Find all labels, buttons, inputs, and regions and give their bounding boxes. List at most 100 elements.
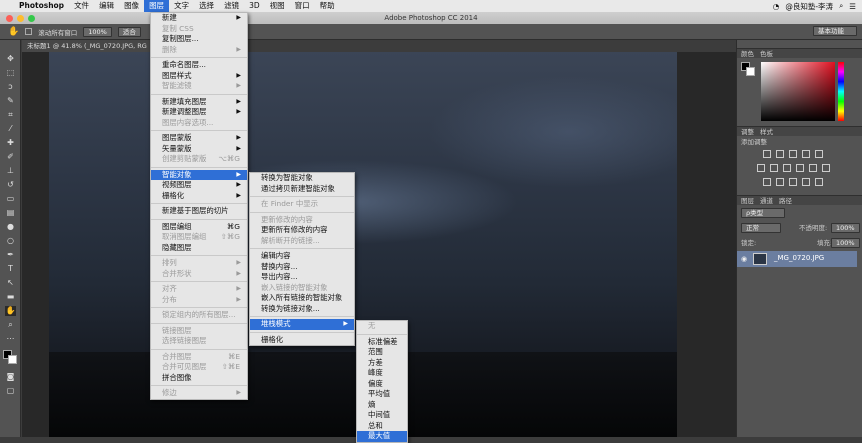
layer-kind-filter[interactable]: ρ类型 — [741, 208, 785, 218]
menu-4[interactable]: 图层 — [144, 0, 170, 12]
brush-tool-icon[interactable]: ✐ — [5, 152, 16, 162]
color-bg-swatch[interactable] — [746, 67, 755, 76]
stack-menu-item-7[interactable]: 平均值 — [357, 389, 407, 400]
opacity-input[interactable]: 100% — [831, 223, 860, 233]
hand-tool-icon[interactable]: ✋ — [8, 27, 19, 37]
search-icon[interactable]: ⌕ — [839, 1, 843, 11]
layer-menu-item-13[interactable]: 图层蒙版 ▶ — [151, 133, 247, 144]
list-icon[interactable]: ☰ — [849, 2, 856, 11]
hue-sat-icon[interactable] — [757, 164, 765, 172]
stamp-tool-icon[interactable]: ⊥ — [5, 166, 16, 176]
stack-menu-item-9[interactable]: 中间值 — [357, 410, 407, 421]
menu-1[interactable]: 文件 — [69, 0, 94, 12]
user-name[interactable]: @良知塾-李涛 — [785, 1, 833, 12]
menu-9[interactable]: 视图 — [265, 0, 290, 12]
color-picker-field[interactable] — [761, 62, 835, 121]
close-icon[interactable] — [6, 15, 13, 22]
zoom-icon[interactable] — [28, 15, 35, 22]
smart-menu-item-10[interactable]: 替换内容... — [250, 262, 354, 273]
layer-menu-item-21[interactable]: 新建基于图层的切片 — [151, 206, 247, 217]
tab-channels[interactable]: 通道 — [760, 196, 773, 206]
stack-menu-item-6[interactable]: 偏度 — [357, 379, 407, 390]
healing-brush-icon[interactable]: ✚ — [5, 138, 16, 148]
levels-icon[interactable] — [776, 150, 784, 158]
background-color-swatch[interactable] — [8, 355, 17, 364]
crop-tool-icon[interactable]: ⌗ — [5, 110, 16, 120]
smart-menu-item-1[interactable]: 通过拷贝新建智能对象 — [250, 184, 354, 195]
lasso-tool-icon[interactable]: ↄ — [5, 82, 16, 92]
more-tools-icon[interactable]: … — [5, 332, 16, 342]
layer-row[interactable]: ◉ _MG_0720.JPG — [737, 251, 857, 267]
menu-8[interactable]: 3D — [244, 0, 265, 12]
zoom-100-button[interactable]: 100% — [83, 26, 112, 37]
tab-swatches[interactable]: 色板 — [760, 49, 773, 59]
smart-menu-item-9[interactable]: 编辑内容 — [250, 251, 354, 262]
layer-menu-item-40[interactable]: 拼合图像 — [151, 373, 247, 384]
screen-mode-icon[interactable]: ▢ — [5, 386, 16, 396]
shape-tool-icon[interactable]: ▬ — [5, 292, 16, 302]
menu-0[interactable]: Photoshop — [14, 0, 69, 12]
layer-menu-item-14[interactable]: 矢量蒙版 ▶ — [151, 144, 247, 155]
layer-menu-item-17[interactable]: 智能对象 ▶ — [151, 169, 247, 180]
smart-menu-item-13[interactable]: 嵌入所有链接的智能对象 — [250, 293, 354, 304]
gradient-map-icon[interactable] — [802, 178, 810, 186]
blend-mode-select[interactable]: 正常 — [741, 223, 781, 233]
smart-menu-item-0[interactable]: 转换为智能对象 — [250, 173, 354, 184]
color-balance-icon[interactable] — [770, 164, 778, 172]
layer-menu-item-25[interactable]: 隐藏图层 — [151, 243, 247, 254]
tab-color[interactable]: 颜色 — [741, 49, 754, 59]
smart-menu-item-18[interactable]: 栅格化 — [250, 335, 354, 346]
menu-10[interactable]: 窗口 — [290, 0, 315, 12]
gradient-tool-icon[interactable]: ▤ — [5, 208, 16, 218]
stack-menu-item-11[interactable]: 最大值 — [357, 431, 407, 442]
layer-menu-item-6[interactable]: 图层样式 ▶ — [151, 71, 247, 82]
menu-11[interactable]: 帮助 — [315, 0, 340, 12]
history-brush-icon[interactable]: ↺ — [5, 180, 16, 190]
channel-mixer-icon[interactable] — [809, 164, 817, 172]
stack-menu-item-8[interactable]: 熵 — [357, 400, 407, 411]
menu-2[interactable]: 编辑 — [94, 0, 119, 12]
threshold-icon[interactable] — [789, 178, 797, 186]
blur-tool-icon[interactable]: ● — [5, 222, 16, 232]
selective-color-icon[interactable] — [815, 178, 823, 186]
menu-3[interactable]: 图像 — [119, 0, 144, 12]
layer-menu-item-23[interactable]: 图层编组 ⌘G — [151, 222, 247, 233]
scroll-all-checkbox[interactable] — [25, 28, 33, 35]
fit-screen-button[interactable]: 适合 — [117, 26, 141, 37]
tab-adjustments[interactable]: 调整 — [741, 127, 754, 137]
color-lookup-icon[interactable] — [822, 164, 830, 172]
smart-menu-item-11[interactable]: 导出内容... — [250, 272, 354, 283]
zoom-tool-icon[interactable]: ⌕ — [5, 320, 16, 330]
workspace-select[interactable]: 基本功能 — [813, 26, 857, 36]
menu-7[interactable]: 滤镜 — [219, 0, 244, 12]
stack-menu-item-4[interactable]: 方差 — [357, 358, 407, 369]
posterize-icon[interactable] — [776, 178, 784, 186]
quick-mask-icon[interactable]: ◙ — [5, 372, 16, 382]
layer-menu-item-19[interactable]: 栅格化 ▶ — [151, 191, 247, 202]
layer-menu-item-18[interactable]: 视频图层 ▶ — [151, 180, 247, 191]
hue-slider[interactable] — [838, 62, 844, 121]
dodge-tool-icon[interactable]: ○ — [5, 236, 16, 246]
path-select-icon[interactable]: ↖ — [5, 278, 16, 288]
photo-filter-icon[interactable] — [796, 164, 804, 172]
stack-menu-item-10[interactable]: 总和 — [357, 421, 407, 432]
menu-6[interactable]: 选择 — [194, 0, 219, 12]
black-white-icon[interactable] — [783, 164, 791, 172]
hand-tool-icon[interactable]: ✋ — [5, 306, 16, 316]
move-tool-icon[interactable]: ✥ — [5, 54, 16, 64]
type-tool-icon[interactable]: T — [5, 264, 16, 274]
tab-layers[interactable]: 图层 — [741, 196, 754, 206]
vibrance-icon[interactable] — [815, 150, 823, 158]
layer-name[interactable]: _MG_0720.JPG — [774, 254, 824, 262]
minimize-icon[interactable] — [17, 15, 24, 22]
eyedropper-icon[interactable]: ⁄ — [5, 124, 16, 134]
exposure-icon[interactable] — [802, 150, 810, 158]
curves-icon[interactable] — [789, 150, 797, 158]
stack-menu-item-2[interactable]: 标准偏差 — [357, 337, 407, 348]
tab-styles[interactable]: 样式 — [760, 127, 773, 137]
eraser-tool-icon[interactable]: ▭ — [5, 194, 16, 204]
marquee-tool-icon[interactable]: ⬚ — [5, 68, 16, 78]
stack-menu-item-3[interactable]: 范围 — [357, 347, 407, 358]
layer-menu-item-10[interactable]: 新建调整图层 ▶ — [151, 107, 247, 118]
tab-paths[interactable]: 路径 — [779, 196, 792, 206]
